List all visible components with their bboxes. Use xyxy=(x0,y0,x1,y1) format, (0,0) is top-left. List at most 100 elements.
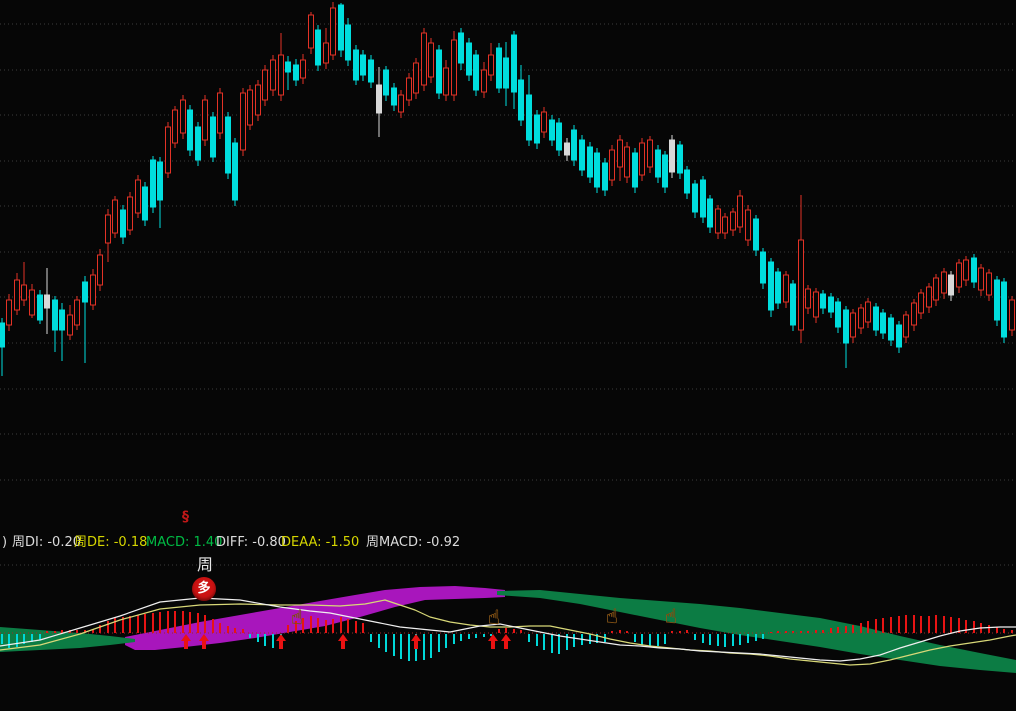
macd-hist-bar-up xyxy=(182,611,184,633)
macd-hist-bar-up xyxy=(204,615,206,633)
macd-hist-bar-up xyxy=(860,623,862,633)
macd-hist-bar-up xyxy=(46,631,48,633)
week-period-label: 周 xyxy=(197,551,213,575)
candle-body xyxy=(656,150,661,177)
macd-hist-bar-down xyxy=(634,634,636,642)
candle-body xyxy=(693,184,698,212)
stock-chart-window: ☝☝☝☝ )周DI: -0.20周DE: -0.18MACD: 1.40DIFF… xyxy=(0,0,1016,711)
candle-body xyxy=(829,297,834,312)
macd-hist-bar-down xyxy=(8,634,10,648)
macd-hist-bar-up xyxy=(234,628,236,633)
macd-hist-bar-up xyxy=(686,630,688,633)
candle-body xyxy=(444,68,449,95)
macd-hist-bar-up xyxy=(996,627,998,633)
buy-arrow-icon xyxy=(276,634,286,649)
candle-body xyxy=(301,60,306,78)
macd-hist-bar-down xyxy=(483,634,485,637)
macd-hist-bar-up xyxy=(159,612,161,633)
candle-body xyxy=(497,48,502,88)
macd-hist-bar-down xyxy=(702,634,704,643)
candle-body xyxy=(851,313,856,337)
candle-body xyxy=(572,130,577,160)
macd-hist-bar-up xyxy=(626,631,628,633)
macd-hist-bar-down xyxy=(589,634,591,644)
macd-hist-bar-down xyxy=(739,634,741,645)
signal-s-marker: § xyxy=(182,509,189,525)
candle-body xyxy=(98,255,103,285)
candle-body xyxy=(595,153,600,187)
candle-body xyxy=(580,140,585,170)
candle-body xyxy=(1002,282,1007,337)
macd-hist-bar-down xyxy=(475,634,477,638)
candle-body xyxy=(429,43,434,77)
candle-body xyxy=(761,252,766,283)
candle-body xyxy=(519,80,524,120)
indicator-param-value: MACD: 1.40 xyxy=(146,534,222,551)
macd-hist-bar-up xyxy=(950,617,952,633)
candle-body xyxy=(874,307,879,330)
indicator-param-value: 周MACD: -0.92 xyxy=(366,534,460,551)
candle-body xyxy=(377,85,382,113)
candle-body xyxy=(565,143,570,155)
macd-hist-bar-up xyxy=(227,626,229,633)
macd-hist-bar-down xyxy=(408,634,410,661)
candle-body xyxy=(22,285,27,300)
candle-body xyxy=(746,210,751,240)
candle-body xyxy=(106,215,111,243)
candle-body xyxy=(196,127,201,160)
candle-body xyxy=(233,143,238,200)
candle-body xyxy=(158,162,163,200)
candle-body xyxy=(45,295,50,308)
candle-body xyxy=(919,293,924,313)
candle-body xyxy=(121,210,126,237)
buy-arrow-icon xyxy=(411,634,421,649)
macd-hist-bar-up xyxy=(890,617,892,633)
candle-body xyxy=(504,58,509,88)
chart-canvas[interactable]: ☝☝☝☝ xyxy=(0,0,1016,711)
candle-body xyxy=(814,292,819,317)
candle-body xyxy=(241,93,246,150)
candle-body xyxy=(294,65,299,80)
candle-body xyxy=(881,313,886,333)
candle-body xyxy=(75,300,80,325)
candle-body xyxy=(550,120,555,140)
candle-body xyxy=(482,70,487,92)
candles-layer xyxy=(0,2,1015,376)
grid-layer xyxy=(0,24,1016,565)
candle-body xyxy=(957,263,962,287)
candle-body xyxy=(716,209,721,233)
macd-hist-bar-down xyxy=(249,634,251,638)
candle-body xyxy=(512,35,517,92)
macd-hist-bar-down xyxy=(1,634,3,644)
candle-body xyxy=(610,150,615,180)
buy-arrow-icon xyxy=(338,634,348,649)
macd-hist-bar-up xyxy=(325,620,327,633)
macd-hist-bar-down xyxy=(445,634,447,648)
candle-body xyxy=(799,240,804,330)
macd-hist-bar-up xyxy=(144,614,146,633)
macd-hist-bar-down xyxy=(264,634,266,646)
buy-arrow-icon xyxy=(501,634,511,649)
candle-body xyxy=(437,50,442,93)
candle-body xyxy=(384,70,389,95)
macd-hist-bar-up xyxy=(1003,629,1005,633)
macd-hist-bar-up xyxy=(920,616,922,633)
candle-body xyxy=(889,318,894,340)
candle-body xyxy=(701,180,706,217)
macd-hist-bar-up xyxy=(212,619,214,633)
candle-body xyxy=(113,200,118,233)
hand-point-icon: ☝ xyxy=(606,604,618,628)
indicator-param-value: 周DE: -0.18 xyxy=(74,534,147,551)
macd-hist-bar-up xyxy=(882,618,884,633)
macd-hist-bar-up xyxy=(973,621,975,633)
candle-body xyxy=(489,55,494,75)
macd-hist-bar-up xyxy=(347,619,349,633)
macd-hist-bar-down xyxy=(573,634,575,647)
macd-hist-bar-up xyxy=(837,627,839,633)
candle-body xyxy=(979,268,984,290)
indicator-param-row: )周DI: -0.20周DE: -0.18MACD: 1.40DIFF: -0.… xyxy=(0,534,1016,552)
candle-body xyxy=(316,30,321,65)
macd-hist-bar-up xyxy=(988,625,990,633)
candle-body xyxy=(844,310,849,343)
macd-hist-bar-up xyxy=(137,615,139,633)
